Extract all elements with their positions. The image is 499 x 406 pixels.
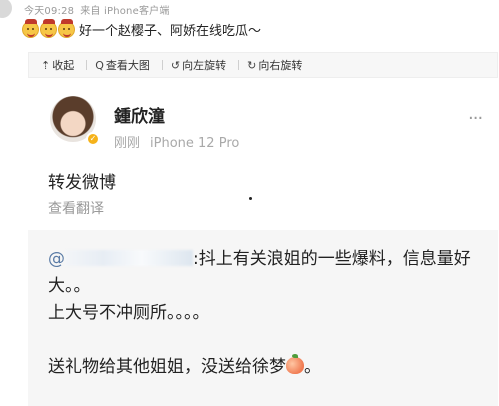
post-time: 刚刚 xyxy=(114,136,141,151)
rotate-left-label: 向左旋转 xyxy=(182,59,227,72)
comment-time: 今天09:28 xyxy=(24,6,75,17)
comment-meta: 今天09:28 来自 iPhone客户端 xyxy=(24,2,170,17)
translate-link[interactable]: 查看翻译 xyxy=(48,198,104,218)
embedded-post-screenshot: ✓ 鍾欣潼 刚刚 iPhone 12 Pro ··· 转发微博 查看翻译 @:抖上… xyxy=(28,84,498,406)
verified-badge-icon: ✓ xyxy=(86,132,100,146)
view-large-button[interactable]: Q 查看大图 xyxy=(95,57,150,73)
commenter-avatar[interactable] xyxy=(0,0,12,18)
comment-source: 来自 iPhone客户端 xyxy=(80,6,170,17)
post-meta: 刚刚 iPhone 12 Pro xyxy=(114,132,239,151)
quote-line-3-end: 。 xyxy=(304,357,321,377)
peach-emoji-icon xyxy=(286,354,304,374)
quote-line-3: 送礼物给其他姐姐，没送给徐梦。 xyxy=(48,354,484,381)
view-large-label: 查看大图 xyxy=(105,59,150,72)
collapse-icon: ⇡ xyxy=(41,58,51,72)
quoted-post[interactable]: @:抖上有关浪姐的一些爆料，信息量好大。。 上大号不冲厕所。。。。 送礼物给其他… xyxy=(28,230,498,406)
obscured-username xyxy=(65,250,193,266)
more-options-icon[interactable]: ··· xyxy=(468,108,483,129)
toolbar-divider xyxy=(161,60,163,70)
post-device: iPhone 12 Pro xyxy=(150,136,240,151)
angry-face-emoji-icon xyxy=(58,19,75,38)
angry-face-emoji-icon xyxy=(22,19,39,38)
collapse-label: 收起 xyxy=(52,59,75,72)
zoom-icon: Q xyxy=(95,58,104,72)
comment-text-row: 好一个赵樱子、阿娇在线吃瓜～ xyxy=(22,19,262,39)
quote-line-3-text: 送礼物给其他姐姐，没送给徐梦 xyxy=(48,357,286,377)
post-author-name[interactable]: 鍾欣潼 xyxy=(114,102,165,127)
stray-dot xyxy=(249,197,252,200)
repost-text: 转发微博 xyxy=(48,173,116,193)
toolbar-divider xyxy=(238,60,240,70)
comment-text: 好一个赵樱子、阿娇在线吃瓜～ xyxy=(79,24,262,39)
quote-line-1: @:抖上有关浪姐的一些爆料，信息量好大。。 xyxy=(48,246,484,300)
mention-at[interactable]: @ xyxy=(48,249,65,269)
quote-line-2: 上大号不冲厕所。。。。 xyxy=(48,303,210,323)
rotate-right-label: 向右旋转 xyxy=(258,59,303,72)
rotate-right-button[interactable]: ↻ 向右旋转 xyxy=(247,57,302,73)
angry-face-emoji-icon xyxy=(40,19,57,38)
rotate-left-icon: ↺ xyxy=(170,58,181,72)
rotate-right-icon: ↻ xyxy=(247,58,257,72)
rotate-left-button[interactable]: ↺ 向左旋转 xyxy=(171,57,226,73)
image-toolbar: ⇡ 收起 Q 查看大图 ↺ 向左旋转 ↻ 向右旋转 xyxy=(28,52,498,78)
collapse-button[interactable]: ⇡ 收起 xyxy=(41,57,74,73)
toolbar-divider xyxy=(86,60,88,70)
